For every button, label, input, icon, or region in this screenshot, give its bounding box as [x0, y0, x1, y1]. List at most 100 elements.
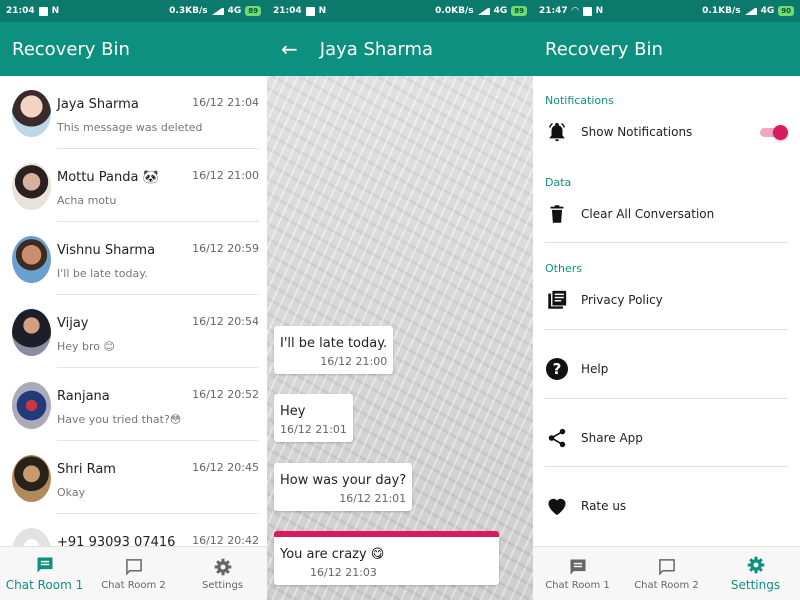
battery-icon: 89 [245, 6, 261, 16]
message-bubble[interactable]: How was your day? 16/12 21:01 [274, 463, 413, 511]
setting-label: Help [581, 362, 609, 376]
network-speed: 0.0KB/s [435, 6, 474, 16]
chat-outline-icon [658, 558, 675, 575]
nav-chat-room-1[interactable]: Chat Room 1 [533, 547, 622, 600]
notifications-toggle[interactable] [760, 125, 788, 140]
help-icon: ? [545, 357, 569, 381]
n-icon: N [318, 6, 327, 16]
notification-icon [38, 6, 48, 16]
gear-icon [747, 556, 764, 574]
chat-time: 16/12 20:45 [192, 461, 259, 474]
settings-list: Notifications Show Notifications Data Cl… [533, 76, 800, 546]
chat-filled-icon [37, 557, 52, 573]
status-bar: 21:04 N 0.0KB/s 4G 89 [267, 0, 533, 22]
settings-screen: 21:47 ◠ N 0.1KB/s 4G 90 Recovery Bin Not… [533, 0, 800, 600]
network-type: 4G [227, 6, 242, 16]
bell-icon [545, 120, 569, 144]
n-icon: N [51, 6, 60, 16]
wifi-icon: ◠ [571, 6, 579, 16]
message-bubble[interactable]: I'll be late today. 16/12 21:00 [274, 326, 394, 374]
setting-label: Privacy Policy [581, 293, 663, 307]
setting-help[interactable]: ? Help [533, 349, 800, 389]
notification-icon [305, 6, 315, 16]
setting-rate-us[interactable]: Rate us [533, 486, 800, 526]
avatar [12, 309, 51, 356]
avatar [12, 90, 51, 137]
chat-time: 16/12 21:04 [192, 96, 259, 109]
signal-icon [477, 7, 490, 15]
heart-icon [545, 494, 569, 518]
chat-name: +91 93093 07416 [57, 535, 176, 546]
chat-last-message: Have you tried that?😳 [57, 413, 182, 426]
battery-icon: 89 [511, 6, 527, 16]
divider [545, 329, 788, 330]
app-bar: Recovery Bin [0, 22, 267, 76]
divider [545, 242, 788, 243]
chat-time: 16/12 21:00 [192, 169, 259, 182]
message-text: You are crazy 😋 [280, 547, 385, 562]
avatar [12, 163, 51, 210]
chat-name: Shri Ram [57, 462, 116, 477]
back-arrow-icon[interactable]: ← [281, 37, 298, 61]
bottom-nav: Chat Room 1 Chat Room 2 Settings [533, 546, 800, 600]
setting-show-notifications[interactable]: Show Notifications [533, 112, 800, 152]
message-bubble[interactable]: Hey 16/12 21:01 [274, 394, 353, 442]
setting-label: Show Notifications [581, 125, 693, 139]
network-type: 4G [760, 6, 775, 16]
section-header-data: Data [545, 176, 572, 189]
list-item[interactable]: Vishnu Sharma I'll be late today. 16/12 … [0, 222, 267, 295]
section-header-others: Others [545, 262, 582, 275]
toggle-knob [773, 125, 788, 140]
list-item[interactable]: +91 93093 07416 16/12 20:42 [0, 514, 267, 546]
divider [545, 466, 788, 467]
section-header-notifications: Notifications [545, 94, 614, 107]
avatar [12, 455, 51, 502]
nav-label: Settings [201, 579, 243, 591]
nav-settings[interactable]: Settings [711, 547, 800, 600]
nav-label: Settings [730, 578, 781, 592]
message-time: 16/12 21:01 [339, 492, 407, 505]
app-title: Recovery Bin [12, 38, 130, 60]
deleted-message-bubble[interactable]: You are crazy 😋 16/12 21:03 [274, 531, 499, 585]
setting-label: Share App [581, 431, 643, 445]
setting-share-app[interactable]: Share App [533, 418, 800, 458]
chat-last-message: Acha motu [57, 194, 117, 207]
nav-label: Chat Room 1 [5, 578, 84, 592]
nav-chat-room-2[interactable]: Chat Room 2 [622, 547, 711, 600]
nav-settings[interactable]: Settings [178, 547, 267, 600]
status-bar: 21:47 ◠ N 0.1KB/s 4G 90 [533, 0, 800, 22]
list-item[interactable]: Vijay Hey bro 😊 16/12 20:54 [0, 295, 267, 368]
chat-list-screen: 21:04 N 0.3KB/s 4G 89 Recovery Bin Jaya … [0, 0, 267, 600]
list-item[interactable]: Ranjana Have you tried that?😳 16/12 20:5… [0, 368, 267, 441]
list-item[interactable]: Jaya Sharma This message was deleted 16/… [0, 76, 267, 149]
app-title: Recovery Bin [545, 38, 663, 60]
avatar [12, 382, 51, 429]
message-text: Hey [280, 404, 306, 419]
chat-name: Vishnu Sharma [57, 243, 156, 258]
chat-list: Jaya Sharma This message was deleted 16/… [0, 76, 267, 546]
nav-chat-room-2[interactable]: Chat Room 2 [89, 547, 178, 600]
status-time: 21:04 [6, 6, 35, 16]
message-time: 16/12 21:00 [320, 355, 388, 368]
chat-view-screen: 21:04 N 0.0KB/s 4G 89 ← Jaya Sharma I'll… [267, 0, 533, 600]
notification-icon [582, 6, 592, 16]
setting-privacy-policy[interactable]: Privacy Policy [533, 280, 800, 320]
chat-name: Mottu Panda 🐼 [57, 170, 159, 185]
signal-icon [211, 7, 224, 15]
list-item[interactable]: Shri Ram Okay 16/12 20:45 [0, 441, 267, 514]
message-text: I'll be late today. [280, 336, 388, 351]
setting-clear-all-conversation[interactable]: Clear All Conversation [533, 194, 800, 234]
signal-icon [744, 7, 757, 15]
nav-chat-room-1[interactable]: Chat Room 1 [0, 547, 89, 600]
divider [545, 398, 788, 399]
list-item[interactable]: Mottu Panda 🐼 Acha motu 16/12 21:00 [0, 149, 267, 222]
app-bar: Recovery Bin [533, 22, 800, 76]
network-speed: 0.3KB/s [169, 6, 208, 16]
status-time: 21:04 [273, 6, 302, 16]
chat-last-message: I'll be late today. [57, 267, 148, 280]
chat-time: 16/12 20:52 [192, 388, 259, 401]
chat-time: 16/12 20:54 [192, 315, 259, 328]
trash-icon [545, 202, 569, 226]
avatar [12, 236, 51, 283]
chat-last-message: Okay [57, 486, 86, 499]
